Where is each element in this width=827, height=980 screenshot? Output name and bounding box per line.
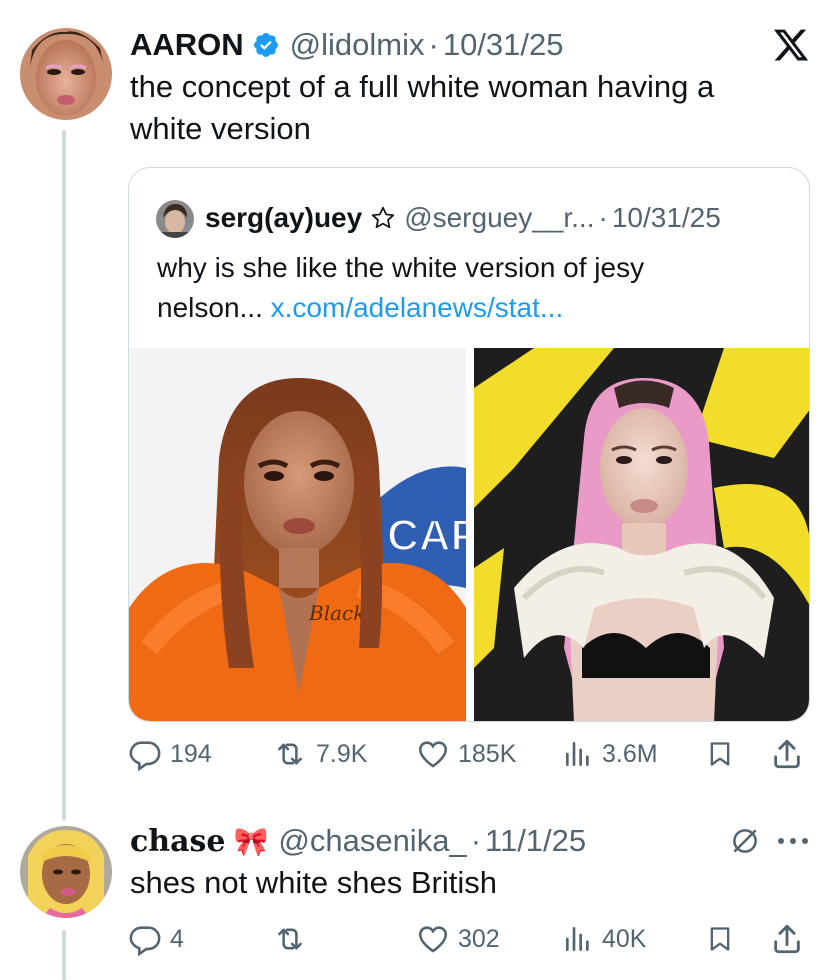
display-name[interactable]: AARON xyxy=(130,27,244,63)
reply-handle[interactable]: @chasenika_ xyxy=(278,823,466,859)
quote-handle[interactable]: @serguey__r... xyxy=(404,202,594,234)
bookmark-button[interactable] xyxy=(706,922,734,956)
like-count: 302 xyxy=(458,924,500,953)
reply-count: 194 xyxy=(170,739,212,768)
more-options-icon[interactable] xyxy=(776,834,810,848)
reply-date[interactable]: 11/1/25 xyxy=(485,823,586,859)
photo-left[interactable]: 95 CAP Black xyxy=(129,348,466,721)
bookmark-button[interactable] xyxy=(706,737,734,771)
tweet-date[interactable]: 10/31/25 xyxy=(443,27,564,63)
photo-right[interactable] xyxy=(474,348,809,721)
like-count: 185K xyxy=(458,739,517,768)
quote-text-prefix: nelson... xyxy=(157,292,263,323)
quote-link[interactable]: x.com/adelanews/stat... xyxy=(271,292,564,323)
reply-header: chase 🎀 @chasenika_ · 11/1/25 xyxy=(130,820,586,862)
reply-separator: · xyxy=(470,823,482,858)
reply-button[interactable]: 194 xyxy=(128,737,212,771)
reply-text: shes not white shes British xyxy=(130,865,498,900)
reply-count: 4 xyxy=(170,924,184,953)
like-button[interactable]: 302 xyxy=(416,922,500,956)
views-button[interactable]: 40K xyxy=(562,922,646,956)
bow-emoji: 🎀 xyxy=(233,825,269,857)
reply-actions: 4 302 40K xyxy=(0,920,827,960)
views-button[interactable]: 3.6M xyxy=(562,737,658,771)
quote-tweet-card[interactable]: serg(ay)uey @serguey__r... · 10/31/25 wh… xyxy=(128,167,810,722)
quote-header: serg(ay)uey @serguey__r... · 10/31/25 xyxy=(205,198,721,238)
quote-text-line: nelson... x.com/adelanews/stat... xyxy=(157,288,797,328)
share-button[interactable] xyxy=(770,737,804,771)
views-icon xyxy=(566,927,589,951)
share-button[interactable] xyxy=(770,922,804,956)
tweet-header: AARON @lidolmix · 10/31/25 xyxy=(130,24,564,66)
handle[interactable]: @lidolmix xyxy=(290,27,425,63)
bookmark-icon xyxy=(710,742,730,766)
views-icon xyxy=(566,742,589,766)
no-sign-icon[interactable] xyxy=(730,826,760,856)
backdrop-text-2: CAP xyxy=(387,511,466,560)
repost-icon xyxy=(278,928,302,950)
jacket-text: Black xyxy=(308,601,365,625)
separator: · xyxy=(428,27,439,62)
share-icon xyxy=(774,739,800,769)
tweet-text-line: white version xyxy=(130,111,311,146)
thread-line-top xyxy=(62,130,66,820)
quote-text: why is she like the white version of jes… xyxy=(157,248,797,328)
quote-avatar[interactable] xyxy=(156,200,194,238)
like-button[interactable]: 185K xyxy=(416,737,516,771)
quote-separator: · xyxy=(598,202,608,233)
reply-icon xyxy=(129,741,161,771)
share-icon xyxy=(774,924,800,954)
repost-icon xyxy=(278,743,302,765)
repost-button[interactable] xyxy=(272,922,316,956)
bookmark-icon xyxy=(710,927,730,951)
reply-icon xyxy=(129,926,161,956)
repost-button[interactable]: 7.9K xyxy=(272,737,367,771)
heart-icon xyxy=(418,926,448,953)
tweet-text-line: the concept of a full white woman having… xyxy=(130,69,715,104)
avatar[interactable] xyxy=(20,28,112,120)
verified-badge-icon xyxy=(252,31,280,59)
tweet-text: the concept of a full white woman having… xyxy=(130,66,810,150)
quote-date[interactable]: 10/31/25 xyxy=(612,202,721,234)
repost-count: 7.9K xyxy=(316,739,368,768)
reply-button[interactable]: 4 xyxy=(128,922,184,956)
views-count: 40K xyxy=(602,924,647,953)
reply-display-name[interactable]: chase xyxy=(130,824,226,859)
x-logo-icon[interactable] xyxy=(772,26,810,64)
views-count: 3.6M xyxy=(602,739,658,768)
quote-text-line: why is she like the white version of jes… xyxy=(157,252,645,283)
heart-icon xyxy=(418,741,448,768)
quote-display-name[interactable]: serg(ay)uey xyxy=(205,202,362,234)
star-outline-icon xyxy=(370,205,396,231)
reply-avatar[interactable] xyxy=(20,826,112,918)
tweet-actions: 194 7.9K 185K 3.6M xyxy=(0,735,827,775)
